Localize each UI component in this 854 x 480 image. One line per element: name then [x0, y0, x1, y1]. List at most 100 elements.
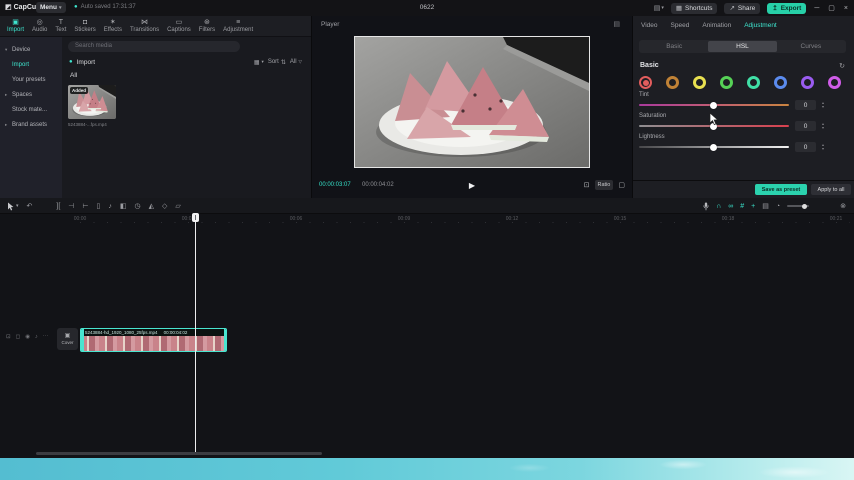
hide-track-icon[interactable]: ◉: [25, 334, 30, 340]
lightness-slider-handle[interactable]: [710, 144, 717, 151]
sort-button[interactable]: Sort ⇅: [268, 59, 286, 66]
mirror-button[interactable]: ◧: [120, 203, 127, 210]
snap-toggle[interactable]: #: [740, 203, 744, 210]
lightness-value[interactable]: 0: [795, 142, 816, 152]
tab-text[interactable]: T Text: [55, 19, 66, 33]
mute-button[interactable]: ♪: [108, 203, 112, 210]
preview-scale-icon[interactable]: ⊡: [584, 181, 590, 189]
tab-import[interactable]: ▣ Import: [7, 19, 24, 33]
hue-magenta[interactable]: [828, 76, 841, 89]
expand-track-icon[interactable]: ⊡: [6, 334, 11, 340]
maximize-button[interactable]: ▢: [827, 4, 836, 12]
tint-value[interactable]: 0: [795, 100, 816, 110]
sidebar-item-spaces[interactable]: ▸ Spaces: [0, 87, 62, 102]
zoom-slider-handle[interactable]: [802, 204, 807, 209]
menu-button[interactable]: Menu ▾: [36, 2, 66, 13]
close-button[interactable]: ×: [843, 5, 849, 12]
all-media-tab[interactable]: All: [70, 72, 77, 79]
save-as-preset-button[interactable]: Save as preset: [755, 184, 807, 195]
subtab-basic[interactable]: Basic: [640, 41, 708, 52]
sidebar-item-your-presets[interactable]: Your presets: [0, 72, 62, 87]
play-button[interactable]: ▶: [469, 181, 475, 190]
sidebar-item-import[interactable]: Import: [0, 57, 62, 72]
hue-mint[interactable]: [747, 76, 760, 89]
tab-speed[interactable]: Speed: [671, 22, 690, 29]
tab-transitions[interactable]: ⋈ Transitions: [130, 19, 159, 33]
subtab-curves[interactable]: Curves: [777, 41, 845, 52]
subtab-hsl[interactable]: HSL: [708, 41, 776, 52]
keyframe-button[interactable]: ◇: [162, 203, 167, 210]
tab-animation[interactable]: Animation: [702, 22, 731, 29]
link-toggle[interactable]: ∞: [728, 203, 733, 210]
media-thumbnail[interactable]: Added: [68, 85, 116, 119]
filter-button[interactable]: All ▽: [290, 59, 302, 65]
tint-stepper[interactable]: ▴ ▾: [819, 100, 827, 110]
view-mode-button[interactable]: ▦ ▾: [254, 59, 264, 66]
select-tool-button[interactable]: ▾: [7, 202, 19, 211]
video-preview[interactable]: [354, 36, 590, 168]
zoom-fit-button[interactable]: ⊗: [840, 203, 846, 210]
fullscreen-icon[interactable]: ▢: [618, 181, 625, 189]
timeline-clip[interactable]: 5243884-hd_1920_1080_25fps.mp4 00:00:04:…: [80, 328, 227, 352]
display-mode-button[interactable]: ▤ ▾: [654, 4, 664, 12]
hue-purple[interactable]: [801, 76, 814, 89]
tab-audio[interactable]: ◎ Audio: [32, 19, 47, 33]
preview-axis-toggle[interactable]: +: [751, 203, 755, 210]
lightness-stepper[interactable]: ▴ ▾: [819, 142, 827, 152]
split-button[interactable]: ][: [56, 203, 60, 210]
tab-video[interactable]: Video: [641, 22, 658, 29]
saturation-stepper[interactable]: ▴ ▾: [819, 121, 827, 131]
hue-blue[interactable]: [774, 76, 787, 89]
hue-orange[interactable]: [666, 76, 679, 89]
sidebar-item-brand-assets[interactable]: ▸ Brand assets: [0, 117, 62, 132]
tab-adjustment-panel[interactable]: Adjustment: [744, 22, 777, 29]
minimize-button[interactable]: ─: [813, 5, 820, 12]
undo-button[interactable]: ↶: [27, 203, 33, 210]
sidebar-item-stock-materials[interactable]: Stock mate...: [0, 102, 62, 117]
saturation-value[interactable]: 0: [795, 121, 816, 131]
stepper-down-icon[interactable]: ▾: [822, 105, 824, 109]
hue-green[interactable]: [720, 76, 733, 89]
cover-button[interactable]: ▣ Cover: [57, 328, 78, 350]
timer-icon[interactable]: ◔: [776, 203, 780, 210]
speed-button[interactable]: ◷: [134, 203, 140, 210]
export-button[interactable]: ↥ Export: [767, 3, 806, 14]
hue-yellow[interactable]: [693, 76, 706, 89]
tint-slider[interactable]: [639, 104, 789, 106]
magnet-toggle[interactable]: ∩: [716, 203, 721, 210]
delete-left-button[interactable]: ⊣: [68, 203, 74, 210]
playhead-line[interactable]: [195, 214, 196, 452]
lightness-slider[interactable]: [639, 146, 789, 148]
record-voiceover-icon[interactable]: [703, 202, 709, 211]
tab-effects[interactable]: ✶ Effects: [104, 19, 122, 33]
crop-button[interactable]: ▱: [175, 203, 180, 210]
hue-red[interactable]: [639, 76, 652, 89]
tab-adjustment[interactable]: ≡ Adjustment: [223, 19, 253, 33]
monitor-icon[interactable]: ▤: [762, 203, 769, 210]
player-view-icon[interactable]: ▤: [613, 20, 620, 28]
reset-icon[interactable]: ↻: [839, 62, 845, 70]
timeline-zoom-slider[interactable]: [787, 205, 809, 207]
more-icon[interactable]: ⋯: [43, 334, 49, 340]
stepper-down-icon[interactable]: ▾: [822, 126, 824, 130]
delete-right-button[interactable]: ⊢: [82, 203, 88, 210]
stepper-down-icon[interactable]: ▾: [822, 147, 824, 151]
tint-slider-handle[interactable]: [710, 102, 717, 109]
share-button[interactable]: ↗ Share: [724, 3, 760, 14]
horizontal-scrollbar[interactable]: [36, 452, 322, 455]
search-input[interactable]: Search media: [68, 41, 240, 52]
playhead-handle[interactable]: [192, 213, 199, 222]
tab-captions[interactable]: ▭ Captions: [167, 19, 191, 33]
apply-to-all-button[interactable]: Apply to all: [811, 184, 851, 195]
adjustment-icon: ≡: [236, 19, 240, 26]
mask-button[interactable]: ◭: [149, 203, 154, 210]
shortcuts-button[interactable]: ▦ Shortcuts: [671, 3, 718, 14]
mute-track-icon[interactable]: ♪: [35, 334, 38, 340]
tab-stickers[interactable]: ◘ Stickers: [74, 19, 95, 33]
sidebar-item-device[interactable]: ▾ Device: [0, 42, 62, 57]
ratio-button[interactable]: Ratio: [595, 180, 614, 190]
player-right-controls: ⊡ Ratio ▢: [584, 180, 625, 190]
delete-button[interactable]: ▯: [97, 203, 101, 210]
lock-track-icon[interactable]: ◻: [16, 334, 21, 340]
tab-filters[interactable]: ⊛ Filters: [199, 19, 215, 33]
